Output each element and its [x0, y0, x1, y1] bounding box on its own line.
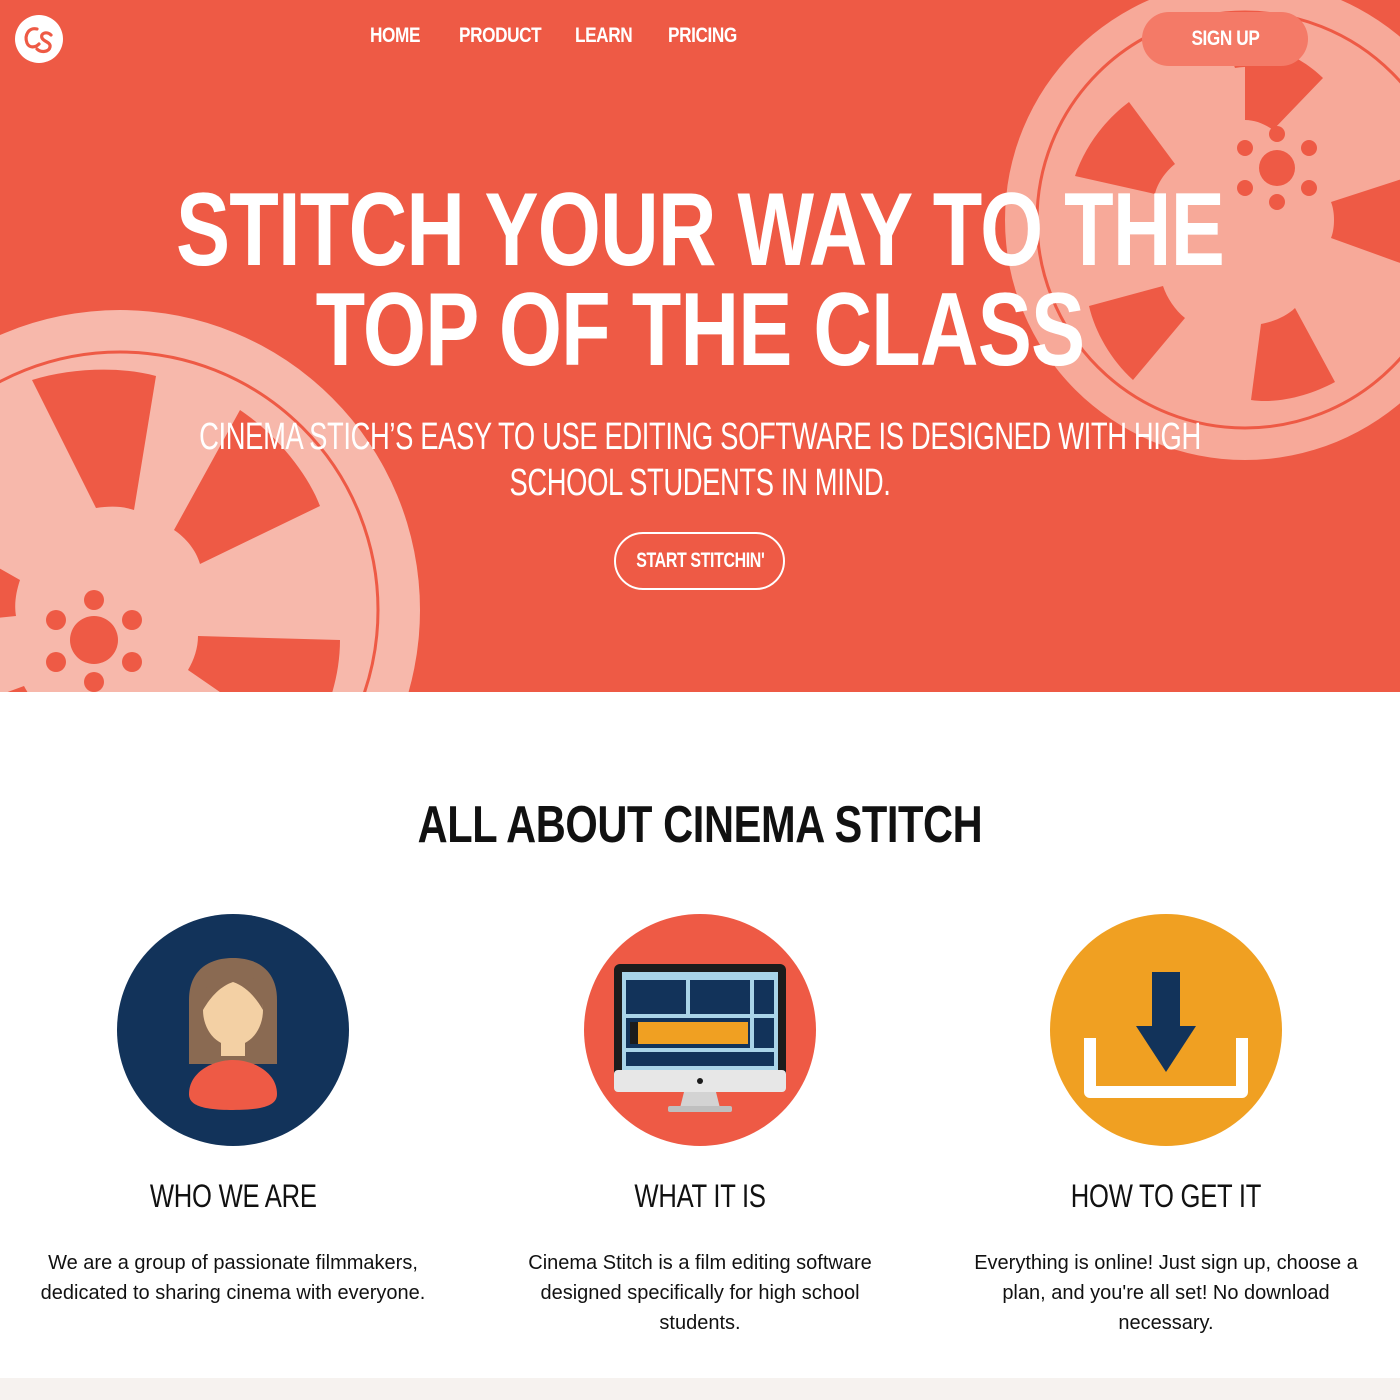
about-title-text: ALL ABOUT CINEMA STITCH — [417, 796, 983, 854]
feature-heading-text: WHO WE ARE — [149, 1178, 317, 1214]
monitor-icon — [614, 964, 786, 1112]
feature-heading-text: HOW TO GET IT — [1070, 1178, 1262, 1214]
nav-pricing[interactable]: PRICING — [668, 24, 737, 48]
top-nav: HOME PRODUCT LEARN PRICING SIGN UP — [0, 0, 1400, 78]
hero-title-line-1: STITCH YOUR WAY TO THE — [175, 172, 1225, 288]
feature-heading-text: WHAT IT IS — [634, 1178, 766, 1214]
feature-icon-circle — [1050, 914, 1282, 1146]
feature-heading: WHAT IT IS — [467, 1178, 933, 1218]
feature-text: Everything is online! Just sign up, choo… — [974, 1252, 1358, 1334]
feature-icon-circle — [584, 914, 816, 1146]
hero-title: STITCH YOUR WAY TO THE TOP OF THE CLASS — [0, 172, 1400, 388]
cta-label: START STITCHIN' — [636, 549, 765, 572]
person-icon — [189, 958, 277, 1110]
start-stitchin-button[interactable]: START STITCHIN' — [614, 532, 785, 590]
feature-heading: HOW TO GET IT — [933, 1178, 1399, 1218]
cs-logo-icon — [24, 27, 53, 54]
feature-icon-circle — [117, 914, 349, 1146]
sign-up-button[interactable]: SIGN UP — [1142, 12, 1308, 66]
feature-who-we-are: WHO WE ARE We are a group of passionate … — [0, 914, 466, 1308]
brand-logo[interactable] — [15, 15, 63, 63]
about-title: ALL ABOUT CINEMA STITCH — [0, 795, 1400, 855]
hero-subtitle-line-1: CINEMA STICH’S EASY TO USE EDITING SOFTW… — [199, 416, 1201, 458]
hero-subtitle: CINEMA STICH’S EASY TO USE EDITING SOFTW… — [0, 414, 1400, 506]
download-icon — [1084, 972, 1248, 1098]
feature-how-to-get-it: HOW TO GET IT Everything is online! Just… — [933, 914, 1399, 1338]
footer-band — [0, 1378, 1400, 1400]
feature-text: Cinema Stitch is a film editing software… — [528, 1252, 872, 1334]
nav-product[interactable]: PRODUCT — [459, 24, 542, 48]
hero-title-line-2: TOP OF THE CLASS — [315, 272, 1086, 388]
feature-text: We are a group of passionate filmmakers,… — [40, 1252, 426, 1304]
sign-up-label: SIGN UP — [1191, 27, 1259, 50]
nav-home[interactable]: HOME — [370, 24, 420, 48]
feature-what-it-is: WHAT IT IS Cinema Stitch is a film editi… — [467, 914, 933, 1338]
feature-heading: WHO WE ARE — [0, 1178, 466, 1218]
hero-section: HOME PRODUCT LEARN PRICING SIGN UP STITC… — [0, 0, 1400, 692]
nav-learn[interactable]: LEARN — [575, 24, 633, 48]
hero-subtitle-line-2: SCHOOL STUDENTS IN MIND. — [509, 462, 891, 504]
